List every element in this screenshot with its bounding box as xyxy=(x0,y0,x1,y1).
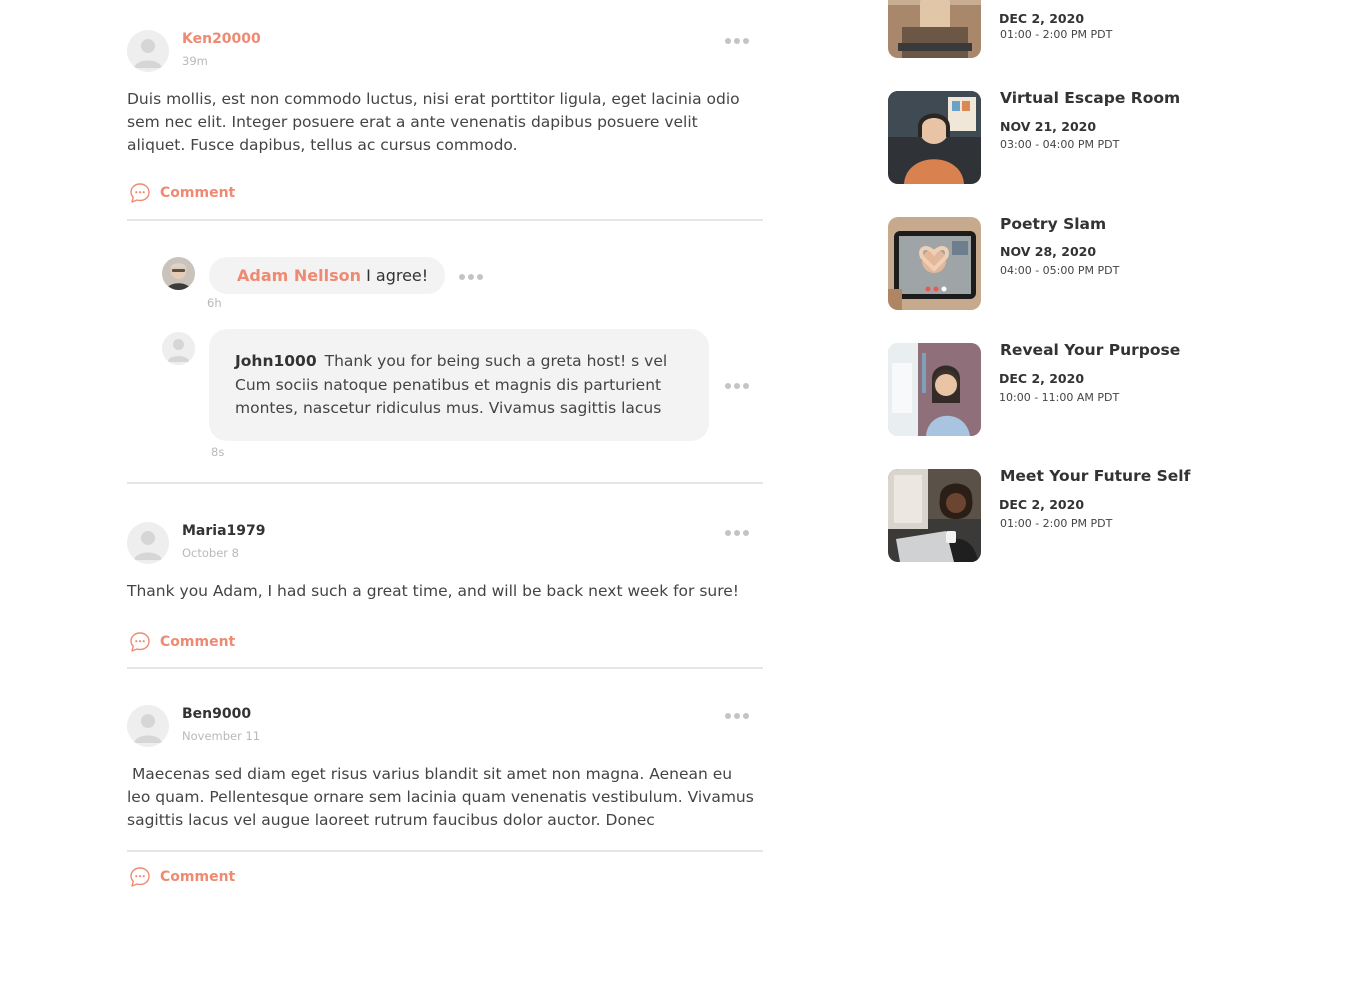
event-date: DEC 2, 2020 xyxy=(999,497,1085,512)
more-options-icon[interactable] xyxy=(725,36,749,46)
more-options-icon[interactable] xyxy=(459,272,483,282)
reply-content: Adam Nellson I agree! xyxy=(237,266,428,285)
post-body: Duis mollis, est non commodo luctus, nis… xyxy=(127,90,740,154)
more-options-icon[interactable] xyxy=(725,381,749,391)
reply-timestamp: 8s xyxy=(211,445,225,459)
event-date: NOV 21, 2020 xyxy=(1000,119,1097,134)
user-avatar[interactable] xyxy=(127,705,169,747)
reply-username[interactable]: Adam Nellson xyxy=(237,266,361,285)
event-date: NOV 28, 2020 xyxy=(1000,244,1097,259)
event-title[interactable]: Meet Your Future Self xyxy=(1000,467,1190,485)
post-body: Thank you Adam, I had such a great time,… xyxy=(127,582,740,600)
divider xyxy=(127,850,763,852)
post-username[interactable]: Ken20000 xyxy=(182,31,261,47)
event-time: 10:00 - 11:00 AM PDT xyxy=(999,391,1120,404)
event-title[interactable]: Reveal Your Purpose xyxy=(1000,341,1180,359)
comment-icon xyxy=(128,865,152,889)
comment-button[interactable]: Comment xyxy=(128,864,235,890)
more-options-icon[interactable] xyxy=(725,528,749,538)
reply-avatar[interactable] xyxy=(162,332,195,365)
event-date: DEC 2, 2020 xyxy=(999,371,1085,386)
woman-coffee-laptop-photo[interactable] xyxy=(888,469,981,562)
divider xyxy=(127,219,763,221)
post-body: Maecenas sed diam eget risus varius blan… xyxy=(127,765,759,829)
reply-timestamp: 6h xyxy=(207,296,222,310)
post-username[interactable]: Ben9000 xyxy=(182,706,251,722)
more-options-icon[interactable] xyxy=(725,711,749,721)
post-username[interactable]: Maria1979 xyxy=(182,523,266,539)
reply-avatar[interactable] xyxy=(162,257,195,290)
woman-headset-photo[interactable] xyxy=(888,343,981,436)
event-time: 01:00 - 2:00 PM PDT xyxy=(1000,517,1113,530)
comment-button[interactable]: Comment xyxy=(128,629,235,655)
reply-content: John1000 Thank you for being such a greta… xyxy=(235,350,695,421)
event-time: 03:00 - 04:00 PM PDT xyxy=(1000,138,1120,151)
divider xyxy=(127,482,763,484)
user-avatar[interactable] xyxy=(127,30,169,72)
post-timestamp: November 11 xyxy=(182,729,261,743)
comment-icon xyxy=(128,181,152,205)
event-title[interactable]: Poetry Slam xyxy=(1000,215,1106,233)
event-time: 04:00 - 05:00 PM PDT xyxy=(1000,264,1120,277)
comment-label: Comment xyxy=(160,869,236,885)
man-laptop-photo[interactable] xyxy=(888,0,981,58)
event-time: 01:00 - 2:00 PM PDT xyxy=(1000,28,1113,41)
comment-button[interactable]: Comment xyxy=(128,180,235,206)
divider xyxy=(127,667,763,669)
tablet-video-call-photo[interactable] xyxy=(888,217,981,310)
event-date: DEC 2, 2020 xyxy=(999,11,1085,26)
comment-label: Comment xyxy=(160,634,236,650)
reply-username[interactable]: John1000 xyxy=(235,352,317,370)
reply-text: I agree! xyxy=(366,266,429,285)
post-timestamp: 39m xyxy=(182,54,208,68)
post-timestamp: October 8 xyxy=(182,546,239,560)
user-avatar[interactable] xyxy=(127,522,169,564)
comment-icon xyxy=(128,630,152,654)
woman-headphones-photo[interactable] xyxy=(888,91,981,184)
event-title[interactable]: Virtual Escape Room xyxy=(1000,89,1180,107)
comment-label: Comment xyxy=(160,185,236,201)
